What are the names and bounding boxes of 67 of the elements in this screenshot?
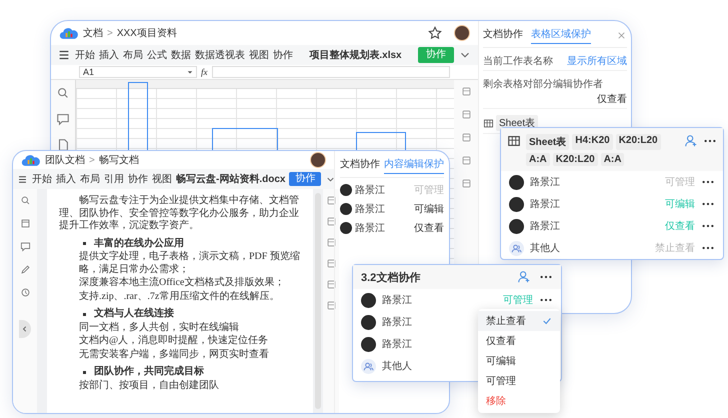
menu-option[interactable]: 可管理: [478, 371, 560, 391]
member-name: 路景江: [530, 176, 560, 189]
text-line: 支持.zip、.rar、.7z常用压缩文件的在线解压。: [78, 290, 280, 303]
menu-item[interactable]: 协作: [128, 172, 148, 186]
file-title: 畅写云盘-网站资料.docx: [176, 172, 286, 186]
menu-item[interactable]: 插入: [99, 48, 119, 62]
text-line: 提供文字处理，电子表格，演示文稿，PDF 预览缩略，满足日常办公需求；: [78, 251, 301, 276]
member-name: 其他人: [530, 242, 560, 255]
permission-label[interactable]: 可编辑: [414, 202, 444, 216]
menu-item[interactable]: 开始: [75, 48, 95, 62]
menu-option[interactable]: 仅查看: [478, 331, 560, 351]
member-name: 路景江: [382, 316, 412, 329]
member-name: 路景江: [355, 222, 385, 235]
range-tag: H4:K20: [572, 134, 613, 150]
breadcrumb-link[interactable]: 文档: [83, 26, 103, 40]
bullet-heading: 团队协作，共同完成目标: [94, 366, 204, 378]
menu-item[interactable]: 引用: [104, 172, 124, 186]
menu-item[interactable]: 插入: [56, 172, 76, 186]
member-name: 路景江: [382, 294, 412, 307]
cell-reference-field[interactable]: A1: [79, 66, 197, 78]
menu-item[interactable]: 开始: [32, 172, 52, 186]
permission-label[interactable]: 仅查看: [414, 221, 444, 235]
bullet-heading: 文档与人在线连接: [94, 308, 174, 320]
member-name: 路景江: [530, 220, 560, 233]
text-line: 文档内@人，消息即时提醒，快速定位任务: [78, 335, 270, 348]
setting-label: 剩余表格对部分编辑协作者: [483, 78, 603, 91]
range-tag: K20:L20: [616, 134, 661, 150]
panel-tab[interactable]: 内容编辑保护: [384, 157, 444, 174]
text-line: 同一文档，多人共创，实时在线编辑: [78, 322, 240, 334]
breadcrumb-current: 畅写文档: [98, 154, 139, 167]
text-line: 按部门、按项目，自由创建团队: [78, 380, 220, 392]
member-name: 路景江: [382, 338, 412, 351]
menu-item[interactable]: 数据透视表: [195, 48, 245, 62]
menu-option[interactable]: 移除: [478, 391, 560, 411]
bullet-heading: 丰富的在线办公应用: [94, 238, 184, 250]
text-line: 无需安装客户端，多端同步，网页实时查看: [78, 348, 270, 361]
text-line: 深度兼容本地主流Office文档格式及排版效果；: [78, 277, 286, 290]
member-name: 路景江: [355, 184, 385, 197]
panel-tab[interactable]: 文档协作: [483, 27, 523, 44]
breadcrumb-separator: >: [107, 28, 113, 38]
breadcrumb-separator: >: [89, 154, 95, 166]
menu-item[interactable]: 公式: [147, 48, 167, 62]
menu-item[interactable]: 协作: [273, 48, 293, 62]
formula-label: fx: [201, 67, 208, 77]
setting-label: 当前工作表名称: [483, 54, 553, 68]
paragraph: 畅写云盘专注于为企业提供文档集中存储、文档管理、团队协作、安全管控等数字化办公服务，助力企业提升工作效率，沉淀数字资产。: [59, 195, 300, 232]
member-name: 其他人: [382, 360, 412, 373]
range-tag: Sheet表: [526, 134, 570, 150]
card-title: 3.2文档协作: [361, 270, 420, 284]
member-name: 路景江: [355, 202, 385, 216]
range-tag: A:A: [600, 153, 624, 166]
file-title: 项目整体规划表.xlsx: [308, 48, 403, 62]
menu-item[interactable]: 布局: [123, 48, 143, 62]
setting-value: 仅查看: [597, 92, 627, 106]
menu-option[interactable]: 禁止查看: [478, 311, 560, 331]
menu-item[interactable]: 视图: [152, 172, 172, 186]
menu-item[interactable]: 数据: [171, 48, 191, 62]
menu-item[interactable]: 视图: [249, 48, 269, 62]
menu-option[interactable]: 可编辑: [478, 351, 560, 371]
breadcrumb-current: XXX项目资料: [116, 26, 177, 40]
collaborate-button[interactable]: 协作: [289, 172, 322, 186]
member-name: 路景江: [530, 198, 560, 211]
range-tag: A:A: [526, 153, 550, 166]
panel-tab[interactable]: 文档协作: [340, 157, 380, 174]
range-tag: K20:L20: [552, 153, 598, 166]
menu-item[interactable]: 布局: [80, 172, 100, 186]
breadcrumb-link[interactable]: 团队文档: [45, 153, 85, 167]
